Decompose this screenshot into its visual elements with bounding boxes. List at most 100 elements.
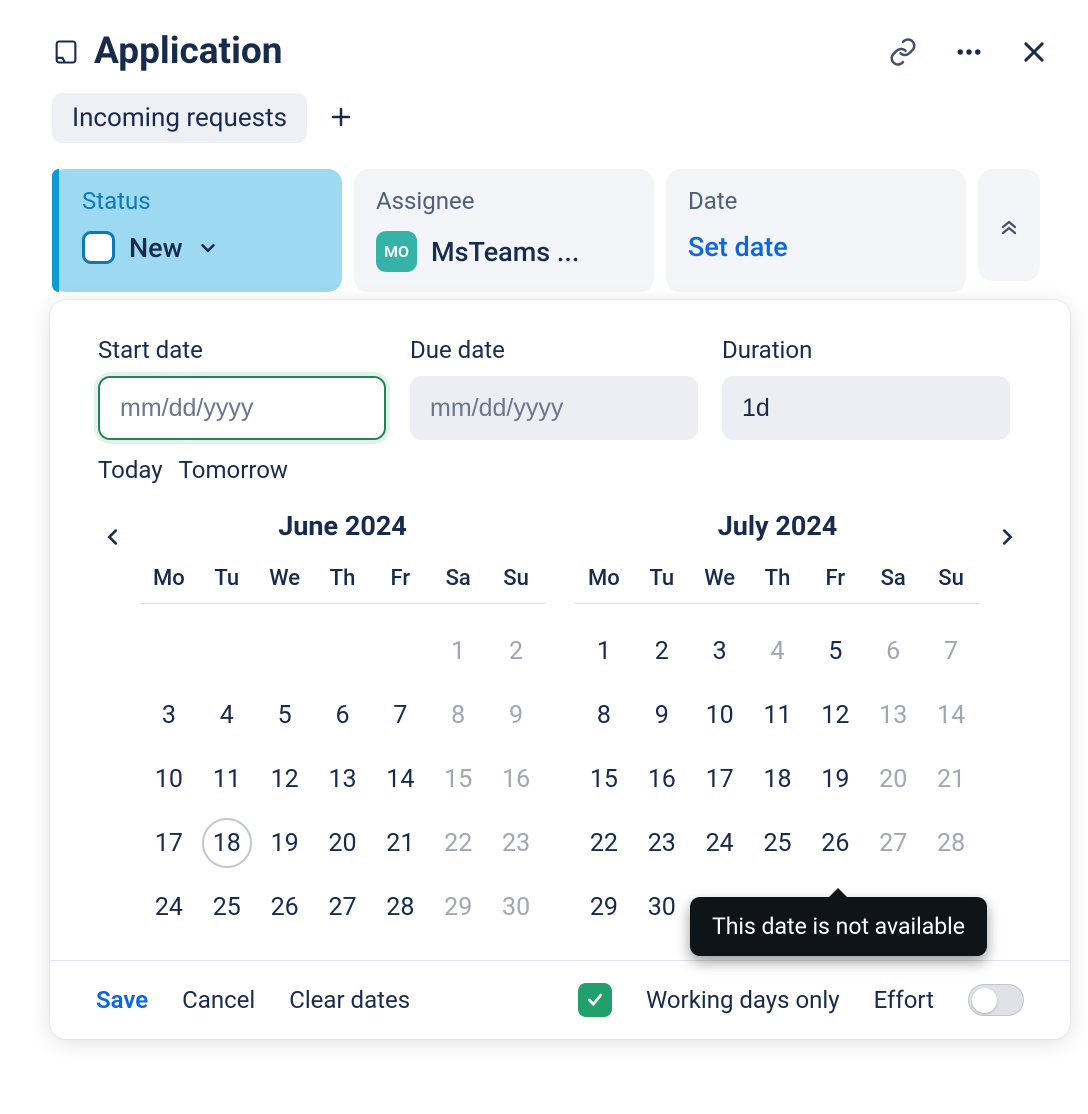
calendar-day[interactable]: 4 xyxy=(198,688,256,742)
calendar-day[interactable]: 19 xyxy=(256,816,314,870)
today-link[interactable]: Today xyxy=(98,456,163,484)
calendar-day[interactable]: 8 xyxy=(575,688,633,742)
calendar-day[interactable]: 12 xyxy=(256,752,314,806)
calendar-empty xyxy=(140,624,198,678)
calendar-day[interactable]: 25 xyxy=(198,880,256,934)
calendar-day[interactable]: 20 xyxy=(314,816,372,870)
calendar-day[interactable]: 25 xyxy=(749,816,807,870)
cancel-button[interactable]: Cancel xyxy=(182,986,255,1014)
calendar-dow: Sa xyxy=(864,566,922,603)
calendar-day[interactable]: 1 xyxy=(429,624,487,678)
calendar-day[interactable]: 17 xyxy=(691,752,749,806)
calendar-day[interactable]: 9 xyxy=(487,688,545,742)
prev-month-button[interactable] xyxy=(90,514,136,560)
calendar-day[interactable]: 27 xyxy=(314,880,372,934)
calendar-day[interactable]: 30 xyxy=(487,880,545,934)
save-button[interactable]: Save xyxy=(96,986,148,1014)
calendar-day[interactable]: 24 xyxy=(691,816,749,870)
calendar-day[interactable]: 26 xyxy=(256,880,314,934)
calendar-dow: Tu xyxy=(633,566,691,603)
calendar-dow: Fr xyxy=(371,566,429,603)
chevron-down-icon[interactable] xyxy=(197,237,219,259)
tomorrow-link[interactable]: Tomorrow xyxy=(179,456,288,484)
calendar-day[interactable]: 6 xyxy=(864,624,922,678)
calendar-day[interactable]: 18 xyxy=(198,816,256,870)
assignee-field[interactable]: Assignee MO MsTeams ... xyxy=(354,169,654,292)
calendar-day[interactable]: 26 xyxy=(806,816,864,870)
effort-toggle[interactable] xyxy=(968,984,1024,1016)
calendar-day[interactable]: 4 xyxy=(749,624,807,678)
calendar-day[interactable]: 14 xyxy=(371,752,429,806)
calendar-day[interactable]: 14 xyxy=(922,688,980,742)
calendar-dow: Tu xyxy=(198,566,256,603)
calendar-day[interactable]: 17 xyxy=(140,816,198,870)
calendar-day[interactable]: 7 xyxy=(371,688,429,742)
status-label: Status xyxy=(82,187,320,215)
calendar-day[interactable]: 28 xyxy=(922,816,980,870)
calendar-day[interactable]: 21 xyxy=(922,752,980,806)
calendar-day[interactable]: 23 xyxy=(487,816,545,870)
calendar-day[interactable]: 29 xyxy=(575,880,633,934)
calendar-dow: Su xyxy=(487,566,545,603)
calendar-day[interactable]: 3 xyxy=(140,688,198,742)
calendar-day[interactable]: 29 xyxy=(429,880,487,934)
calendar-day[interactable]: 2 xyxy=(487,624,545,678)
close-icon[interactable] xyxy=(1020,38,1048,66)
calendar-day[interactable]: 2 xyxy=(633,624,691,678)
calendar-day[interactable]: 27 xyxy=(864,816,922,870)
calendar-day[interactable]: 12 xyxy=(806,688,864,742)
calendar-dow: Th xyxy=(314,566,372,603)
calendar-day[interactable]: 23 xyxy=(633,816,691,870)
clear-dates-button[interactable]: Clear dates xyxy=(289,986,410,1014)
add-board-button[interactable] xyxy=(329,99,353,137)
calendar-day[interactable]: 21 xyxy=(371,816,429,870)
calendar-day[interactable]: 9 xyxy=(633,688,691,742)
calendar-day[interactable]: 8 xyxy=(429,688,487,742)
date-field[interactable]: Date Set date xyxy=(666,169,966,292)
calendar-day[interactable]: 16 xyxy=(633,752,691,806)
set-date-link[interactable]: Set date xyxy=(688,231,788,263)
collapse-button[interactable] xyxy=(978,169,1040,281)
calendars: June 2024 MoTuWeThFrSaSu 123456789101112… xyxy=(50,500,1070,960)
board-chip-incoming[interactable]: Incoming requests xyxy=(52,93,307,143)
calendar-right: July 2024 MoTuWeThFrSaSu 123456789101112… xyxy=(575,510,980,934)
calendar-day[interactable]: 20 xyxy=(864,752,922,806)
calendar-day[interactable]: 11 xyxy=(198,752,256,806)
calendar-day[interactable]: 3 xyxy=(691,624,749,678)
status-field[interactable]: Status New xyxy=(52,169,342,292)
start-date-input[interactable] xyxy=(98,376,386,440)
status-checkbox[interactable] xyxy=(82,231,115,264)
calendar-day[interactable]: 19 xyxy=(806,752,864,806)
calendar-day[interactable]: 13 xyxy=(314,752,372,806)
calendar-day[interactable]: 22 xyxy=(575,816,633,870)
link-icon[interactable] xyxy=(888,37,918,67)
calendar-day[interactable]: 10 xyxy=(691,688,749,742)
calendar-day[interactable]: 15 xyxy=(429,752,487,806)
calendar-day[interactable]: 11 xyxy=(749,688,807,742)
calendar-right-title: July 2024 xyxy=(575,510,980,542)
working-days-checkbox[interactable] xyxy=(578,983,612,1017)
calendar-day[interactable]: 18 xyxy=(749,752,807,806)
calendar-day[interactable]: 22 xyxy=(429,816,487,870)
calendar-day[interactable]: 16 xyxy=(487,752,545,806)
more-icon[interactable] xyxy=(954,37,984,67)
calendar-day[interactable]: 6 xyxy=(314,688,372,742)
calendar-day[interactable]: 5 xyxy=(256,688,314,742)
calendar-day[interactable]: 5 xyxy=(806,624,864,678)
due-date-input[interactable] xyxy=(410,376,698,440)
calendar-day[interactable]: 13 xyxy=(864,688,922,742)
calendar-day[interactable]: 30 xyxy=(633,880,691,934)
duration-input[interactable] xyxy=(722,376,1010,440)
calendar-day[interactable]: 28 xyxy=(371,880,429,934)
calendar-left-title: June 2024 xyxy=(140,510,545,542)
next-month-button[interactable] xyxy=(984,514,1030,560)
calendar-day[interactable]: 24 xyxy=(140,880,198,934)
calendar-day[interactable]: 15 xyxy=(575,752,633,806)
calendar-dow: We xyxy=(256,566,314,603)
calendar-day[interactable]: 1 xyxy=(575,624,633,678)
calendar-day[interactable]: 7 xyxy=(922,624,980,678)
calendar-dow: Su xyxy=(922,566,980,603)
calendar-day[interactable]: 10 xyxy=(140,752,198,806)
status-value: New xyxy=(129,232,183,264)
calendar-empty xyxy=(371,624,429,678)
